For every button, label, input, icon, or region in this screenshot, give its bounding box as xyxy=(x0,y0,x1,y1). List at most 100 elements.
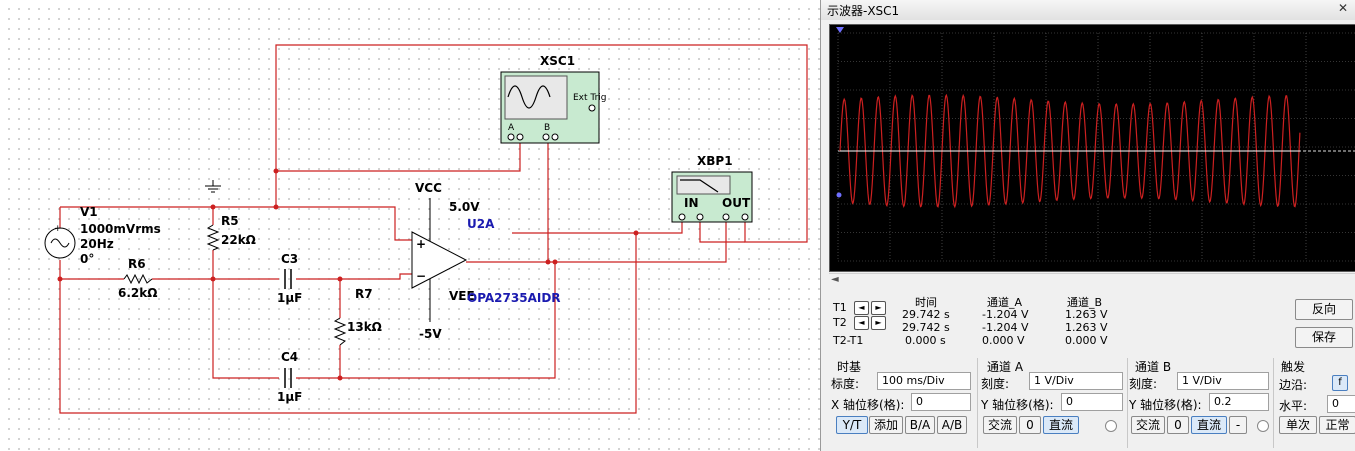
channel-a-scale-field[interactable]: 1 V/Div xyxy=(1029,372,1123,390)
trigger-edge-label: 边沿: xyxy=(1279,378,1308,392)
trigger-level-label: 水平: xyxy=(1279,399,1308,413)
separator xyxy=(1273,358,1274,448)
circuit-diagram: + V1 1000mVrms 20Hz 0° R5 22kΩ R6 6.2kΩ … xyxy=(44,44,808,414)
opamp-symbol[interactable] xyxy=(411,198,468,322)
channel-b-dc-button[interactable]: 直流 xyxy=(1191,416,1227,434)
trigger-single-button[interactable]: 单次 xyxy=(1279,416,1317,434)
wire-scope-a xyxy=(276,143,521,172)
c3-capacitor[interactable] xyxy=(284,269,292,289)
ground-icon xyxy=(205,180,221,193)
channel-b-ypos-label: Y 轴位移(格): xyxy=(1129,398,1202,412)
v1-phase: 0° xyxy=(80,252,94,266)
cursor-t1-marker xyxy=(836,27,844,33)
bode-out-label: OUT xyxy=(722,196,751,210)
c4-value: 1μF xyxy=(277,390,302,404)
v1-frequency: 20Hz xyxy=(80,237,114,251)
timebase-title: 时基 xyxy=(837,360,862,374)
window-title: 示波器-XSC1 xyxy=(827,4,900,18)
channel-a-scale-label: 刻度: xyxy=(981,377,1010,391)
r5-resistor[interactable] xyxy=(206,224,220,251)
schematic-canvas[interactable]: + V1 1000mVrms 20Hz 0° R5 22kΩ R6 6.2kΩ … xyxy=(0,0,820,451)
trigger-title: 触发 xyxy=(1281,360,1306,374)
t2-t1-time: 0.000 s xyxy=(905,334,946,347)
channel-a-ypos-field[interactable]: 0 xyxy=(1061,393,1123,411)
mode-add-button[interactable]: 添加 xyxy=(869,416,903,434)
trigger-level-field[interactable]: 0 xyxy=(1327,395,1355,413)
t2-t1-channel-a: 0.000 V xyxy=(982,334,1025,347)
r6-ref: R6 xyxy=(128,257,146,271)
reverse-button[interactable]: 反向 xyxy=(1295,299,1353,320)
channel-b-zero-button[interactable]: 0 xyxy=(1167,416,1189,434)
r7-ref: R7 xyxy=(355,287,373,301)
channel-a-ac-button[interactable]: 交流 xyxy=(983,416,1017,434)
t2-t1-label: T2-T1 xyxy=(833,334,864,347)
t2-right-button[interactable]: ► xyxy=(871,316,886,330)
scope-pin-b: B xyxy=(544,123,550,133)
t1-channel-b: 1.263 V xyxy=(1065,308,1108,321)
channel-a-ypos-label: Y 轴位移(格): xyxy=(981,398,1054,412)
c3-ref: C3 xyxy=(281,252,298,266)
junctions xyxy=(57,168,639,381)
channel-b-ypos-field[interactable]: 0.2 xyxy=(1209,393,1269,411)
wire-bode-gnd xyxy=(699,222,745,243)
channel-b-invert-button[interactable]: - xyxy=(1229,416,1247,434)
vcc-value: 5.0V xyxy=(449,200,480,214)
c4-capacitor[interactable] xyxy=(284,368,292,388)
wires xyxy=(59,44,808,414)
v1-ref: V1 xyxy=(80,205,98,219)
x-position-field[interactable]: 0 xyxy=(911,393,971,411)
scope-pin-a: A xyxy=(508,123,515,133)
xsc1-ref: XSC1 xyxy=(540,54,575,68)
t2-channel-a: -1.204 V xyxy=(982,321,1029,334)
ac-source[interactable]: + xyxy=(44,224,76,259)
c3-value: 1μF xyxy=(277,291,302,305)
channel-a-dc-button[interactable]: 直流 xyxy=(1043,416,1079,434)
save-button[interactable]: 保存 xyxy=(1295,327,1353,348)
t2-time: 29.742 s xyxy=(902,321,950,334)
scope-screen[interactable] xyxy=(829,24,1355,272)
close-icon[interactable]: ✕ xyxy=(1334,1,1352,17)
horizontal-scrollbar[interactable]: ◄ xyxy=(829,273,1355,288)
t1-right-button[interactable]: ► xyxy=(871,301,886,315)
x-position-label: X 轴位移(格): xyxy=(831,398,905,412)
opamp-part: OPA2735AIDR xyxy=(467,291,561,305)
r7-value: 13kΩ xyxy=(347,320,382,334)
channel-b-radio[interactable] xyxy=(1257,420,1269,432)
t1-left-button[interactable]: ◄ xyxy=(854,301,869,315)
opamp-minus: − xyxy=(416,269,426,283)
r7-resistor[interactable] xyxy=(333,317,347,346)
wire-minus xyxy=(296,273,412,280)
mode-yt-button[interactable]: Y/T xyxy=(836,416,868,434)
channel-b-scale-label: 刻度: xyxy=(1129,377,1158,391)
separator xyxy=(1127,358,1128,448)
t1-time: 29.742 s xyxy=(902,308,950,321)
trigger-normal-button[interactable]: 正常 xyxy=(1319,416,1355,434)
timebase-scale-label: 标度: xyxy=(831,377,860,391)
channel-a-title: 通道 A xyxy=(987,360,1024,374)
scope-display xyxy=(836,27,1355,262)
r5-ref: R5 xyxy=(221,214,239,228)
window-titlebar[interactable]: 示波器-XSC1 ✕ xyxy=(821,0,1355,20)
t2-left-button[interactable]: ◄ xyxy=(854,316,869,330)
ext-trig-label: Ext Trig xyxy=(573,93,607,103)
trigger-edge-rising-button[interactable]: f xyxy=(1332,375,1348,391)
scroll-left-icon[interactable]: ◄ xyxy=(831,274,839,285)
t2-t1-channel-b: 0.000 V xyxy=(1065,334,1108,347)
t2-label: T2 xyxy=(833,316,847,329)
xbp1-ref: XBP1 xyxy=(697,154,733,168)
timebase-scale-field[interactable]: 100 ms/Div xyxy=(877,372,971,390)
channel-a-radio[interactable] xyxy=(1105,420,1117,432)
wire-output xyxy=(466,222,727,263)
channel-b-scale-field[interactable]: 1 V/Div xyxy=(1177,372,1269,390)
mode-ab-button[interactable]: A/B xyxy=(937,416,967,434)
channel-a-zero-button[interactable]: 0 xyxy=(1019,416,1041,434)
channel-b-title: 通道 B xyxy=(1135,360,1172,374)
c4-ref: C4 xyxy=(281,350,298,364)
mode-ba-button[interactable]: B/A xyxy=(905,416,935,434)
bode-in-label: IN xyxy=(684,196,699,210)
r5-value: 22kΩ xyxy=(221,233,256,247)
v1-amplitude: 1000mVrms xyxy=(80,222,161,236)
channel-b-ac-button[interactable]: 交流 xyxy=(1131,416,1165,434)
r6-resistor[interactable] xyxy=(123,273,153,285)
opamp-plus: + xyxy=(416,237,426,251)
